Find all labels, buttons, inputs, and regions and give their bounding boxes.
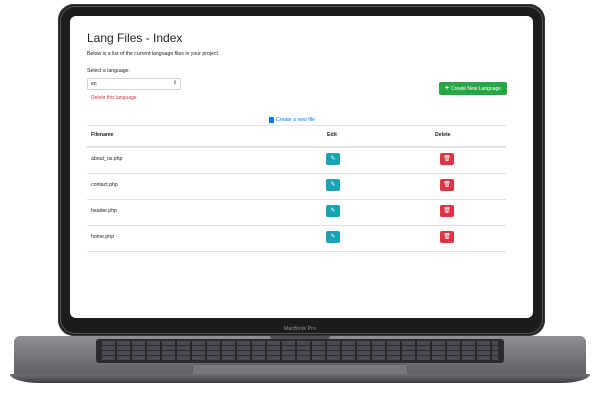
page-subtitle: Below is a list of the current language … xyxy=(87,51,220,57)
create-new-language-button[interactable]: + Create New Language xyxy=(439,82,507,95)
delete-language-link[interactable]: Delete this language xyxy=(91,95,137,101)
edit-icon: ✎ xyxy=(330,208,336,214)
key-row xyxy=(102,351,498,355)
lang-files-page: Lang Files - Index Below is a list of th… xyxy=(70,16,533,318)
laptop-base-edge xyxy=(10,374,590,383)
delete-button[interactable]: 🗑 xyxy=(440,205,454,217)
files-table: Filename Edit Delete about_us.php ✎ 🗑 co… xyxy=(87,125,506,252)
table-header: Filename Edit Delete xyxy=(87,125,506,148)
delete-button[interactable]: 🗑 xyxy=(440,179,454,191)
edit-button[interactable]: ✎ xyxy=(326,153,340,165)
edit-button[interactable]: ✎ xyxy=(326,231,340,243)
language-select-label: Select a language: xyxy=(87,68,130,74)
delete-button[interactable]: 🗑 xyxy=(440,231,454,243)
key-row xyxy=(102,346,498,350)
header-edit: Edit xyxy=(327,132,337,138)
create-new-file-link[interactable]: Create a new file xyxy=(269,117,315,123)
header-filename: Filename xyxy=(91,132,114,138)
filename-cell: about_us.php xyxy=(91,156,123,162)
key-row xyxy=(102,341,498,345)
filename-cell: home.php xyxy=(91,234,115,240)
page-title: Lang Files - Index xyxy=(87,31,183,45)
trash-icon: 🗑 xyxy=(443,208,451,214)
keyboard xyxy=(96,339,504,363)
key-row xyxy=(102,356,498,360)
table-row: home.php ✎ 🗑 xyxy=(87,226,506,252)
screen: Lang Files - Index Below is a list of th… xyxy=(70,16,533,318)
device-label: MacBook Pro xyxy=(283,326,317,332)
table-row: contact.php ✎ 🗑 xyxy=(87,174,506,200)
create-new-language-label: Create New Language xyxy=(451,85,502,92)
laptop-deck xyxy=(14,336,586,376)
filename-cell: header.php xyxy=(91,208,117,214)
select-caret-icon: ⇕ xyxy=(172,80,177,86)
laptop-frame: Lang Files - Index Below is a list of th… xyxy=(0,0,600,400)
language-select-value: en xyxy=(91,81,97,87)
delete-button[interactable]: 🗑 xyxy=(440,153,454,165)
plus-icon: + xyxy=(444,85,450,92)
trash-icon: 🗑 xyxy=(443,234,451,240)
trash-icon: 🗑 xyxy=(443,156,451,162)
trash-icon: 🗑 xyxy=(443,182,451,188)
edit-button[interactable]: ✎ xyxy=(326,179,340,191)
file-icon xyxy=(269,117,274,123)
table-row: about_us.php ✎ 🗑 xyxy=(87,148,506,174)
filename-cell: contact.php xyxy=(91,182,118,188)
create-new-file-label: Create a new file xyxy=(276,117,315,123)
edit-icon: ✎ xyxy=(330,156,336,162)
language-select[interactable]: en ⇕ xyxy=(87,78,181,90)
edit-icon: ✎ xyxy=(330,182,336,188)
table-row: header.php ✎ 🗑 xyxy=(87,200,506,226)
edit-icon: ✎ xyxy=(330,234,336,240)
laptop-base xyxy=(10,336,590,386)
edit-button[interactable]: ✎ xyxy=(326,205,340,217)
header-delete: Delete xyxy=(435,132,451,138)
